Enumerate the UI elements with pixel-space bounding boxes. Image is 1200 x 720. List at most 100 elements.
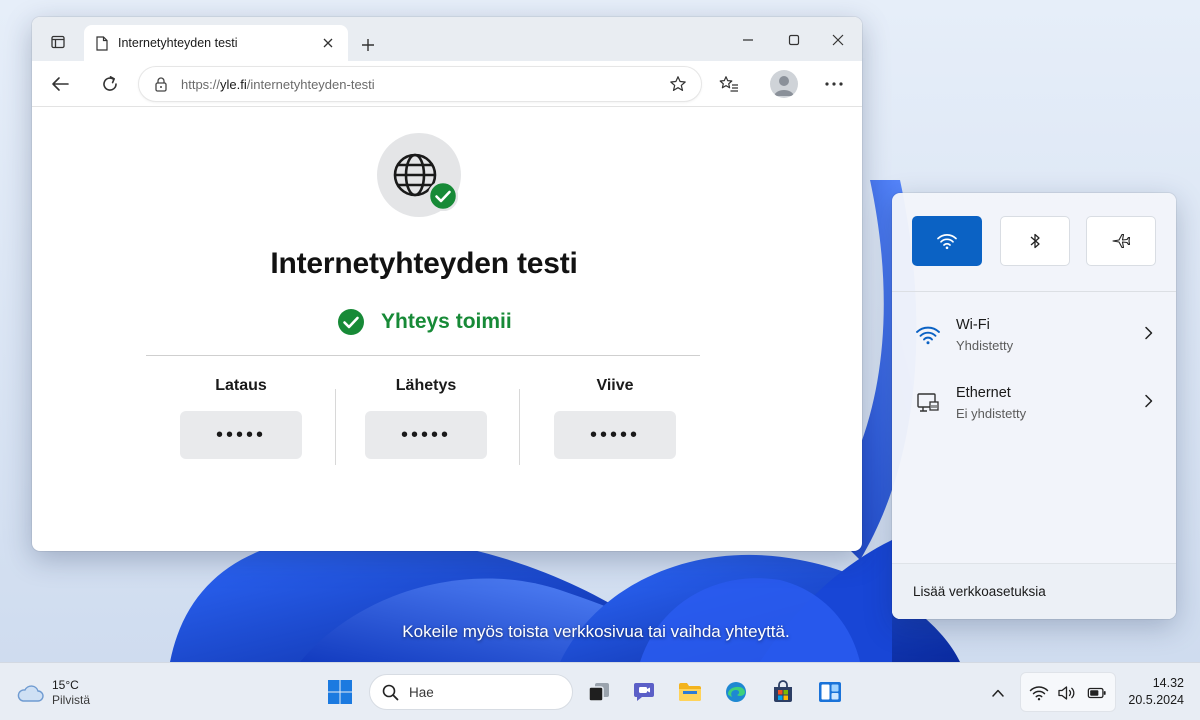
metric-separator bbox=[335, 389, 336, 465]
taskbar-clock[interactable]: 14.32 20.5.2024 bbox=[1114, 675, 1184, 709]
favorites-icon bbox=[719, 76, 738, 92]
profile-avatar[interactable] bbox=[770, 70, 798, 98]
browser-tab[interactable]: Internetyhteyden testi bbox=[84, 25, 348, 61]
refresh-icon bbox=[103, 76, 117, 91]
metric-value: ••••• bbox=[365, 411, 487, 459]
close-icon bbox=[323, 38, 333, 48]
video-subtitle: Kokeile myös toista verkkosivua tai vaih… bbox=[402, 622, 790, 641]
tab-actions-button[interactable] bbox=[44, 29, 72, 55]
new-tab-button[interactable] bbox=[354, 31, 382, 59]
metric-label: Viive bbox=[596, 377, 634, 394]
taskbar: 15°C Pilvistä Hae 14.32 20.5.2024 bbox=[0, 662, 1200, 720]
lock-icon bbox=[155, 76, 167, 92]
check-badge-icon bbox=[428, 181, 458, 211]
tab-title: Internetyhteyden testi bbox=[118, 36, 238, 50]
network-flyout: Wi-Fi Yhdistetty Ethernet Ei yhdistetty … bbox=[892, 193, 1176, 619]
close-window-button[interactable] bbox=[816, 27, 860, 53]
chat-icon bbox=[634, 683, 654, 701]
browser-titlebar: Internetyhteyden testi bbox=[32, 17, 862, 61]
metric-separator bbox=[519, 389, 520, 465]
check-circle-icon bbox=[338, 309, 364, 335]
task-view-icon bbox=[588, 683, 609, 702]
page-icon bbox=[96, 35, 108, 51]
tab-actions-icon bbox=[51, 35, 65, 49]
task-view-button[interactable] bbox=[584, 677, 614, 707]
plus-icon bbox=[362, 39, 374, 51]
url-path: /internetyhteyden-testi bbox=[246, 76, 375, 92]
widgets-icon bbox=[819, 682, 841, 702]
wifi-icon bbox=[1029, 684, 1049, 702]
address-url[interactable]: https://yle.fi/internetyhteyden-testi bbox=[181, 77, 669, 92]
back-button[interactable] bbox=[43, 67, 77, 101]
arrow-left-icon bbox=[52, 77, 69, 91]
metric-upload: Lähetys ••••• bbox=[356, 377, 496, 459]
store-icon bbox=[774, 680, 792, 702]
battery-icon bbox=[1087, 684, 1107, 702]
chevron-up-icon bbox=[992, 689, 1004, 697]
network-name: Wi-Fi bbox=[956, 317, 990, 333]
maximize-button[interactable] bbox=[772, 27, 816, 53]
connection-illustration bbox=[377, 133, 461, 217]
network-name: Ethernet bbox=[956, 385, 1011, 401]
volume-icon bbox=[1057, 684, 1077, 702]
status-text: Yhteys toimii bbox=[381, 310, 512, 333]
search-icon bbox=[382, 684, 399, 700]
flyout-footer: Lisää verkkoasetuksia bbox=[892, 563, 1176, 619]
network-item-ethernet[interactable]: Ethernet Ei yhdistetty bbox=[892, 379, 1176, 435]
address-bar[interactable]: https://yle.fi/internetyhteyden-testi bbox=[138, 66, 702, 102]
windows-start-icon[interactable] bbox=[326, 678, 354, 706]
wifi-icon bbox=[914, 321, 942, 349]
page-title: Internetyhteyden testi bbox=[270, 247, 578, 280]
metric-label: Lähetys bbox=[395, 377, 457, 394]
search-label: Hae bbox=[409, 684, 434, 700]
wifi-toggle-button[interactable] bbox=[912, 216, 982, 266]
chevron-right-icon[interactable] bbox=[1138, 323, 1158, 343]
show-hidden-icons-button[interactable] bbox=[988, 683, 1008, 703]
airplane-mode-toggle-button[interactable] bbox=[1086, 216, 1156, 266]
metric-value: ••••• bbox=[180, 411, 302, 459]
web-page-content: Internetyhteyden testi Yhteys toimii Lat… bbox=[32, 107, 862, 551]
microsoft-store-button[interactable] bbox=[768, 677, 798, 707]
weather-temperature: 15°C bbox=[52, 678, 79, 692]
favorites-button[interactable] bbox=[712, 67, 746, 101]
tab-close-button[interactable] bbox=[318, 33, 338, 53]
minimize-icon bbox=[743, 39, 753, 41]
network-status: Yhdistetty bbox=[956, 338, 1014, 353]
minimize-button[interactable] bbox=[726, 27, 770, 53]
refresh-button[interactable] bbox=[93, 67, 127, 101]
url-scheme: https:// bbox=[181, 76, 221, 92]
metric-value: ••••• bbox=[554, 411, 676, 459]
user-icon bbox=[774, 76, 794, 96]
content-divider bbox=[146, 355, 700, 356]
weather-condition: Pilvistä bbox=[52, 693, 91, 707]
more-menu-button[interactable] bbox=[817, 67, 851, 101]
clock-time: 14.32 bbox=[1152, 676, 1184, 690]
airplane-icon bbox=[1112, 233, 1131, 249]
bluetooth-icon bbox=[1030, 233, 1040, 249]
taskbar-search-box[interactable]: Hae bbox=[369, 674, 573, 710]
clock-date: 20.5.2024 bbox=[1128, 693, 1184, 707]
star-icon[interactable] bbox=[669, 75, 687, 93]
metric-latency: Viive ••••• bbox=[545, 377, 685, 459]
folder-icon bbox=[679, 683, 701, 701]
network-status: Ei yhdistetty bbox=[956, 406, 1027, 421]
bluetooth-toggle-button[interactable] bbox=[1000, 216, 1070, 266]
chevron-right-icon[interactable] bbox=[1138, 391, 1158, 411]
teams-chat-button[interactable] bbox=[629, 677, 659, 707]
more-horizontal-icon bbox=[825, 82, 843, 86]
edge-browser-button[interactable] bbox=[721, 677, 751, 707]
cloud-icon bbox=[17, 685, 44, 702]
more-network-settings-link[interactable]: Lisää verkkoasetuksia bbox=[913, 584, 1046, 599]
ethernet-icon bbox=[914, 389, 942, 417]
connection-status: Yhteys toimii bbox=[337, 307, 512, 337]
flyout-divider bbox=[892, 291, 1176, 292]
edge-icon bbox=[726, 682, 746, 702]
close-icon bbox=[832, 34, 844, 46]
browser-toolbar: https://yle.fi/internetyhteyden-testi bbox=[32, 61, 862, 107]
weather-widget[interactable]: 15°C Pilvistä bbox=[16, 675, 90, 711]
file-explorer-button[interactable] bbox=[675, 677, 705, 707]
network-item-wifi[interactable]: Wi-Fi Yhdistetty bbox=[892, 311, 1176, 367]
widgets-button[interactable] bbox=[815, 677, 845, 707]
browser-window: Internetyhteyden testi https://yle.fi/in… bbox=[32, 17, 862, 551]
system-tray-quick-settings[interactable] bbox=[1020, 672, 1116, 712]
